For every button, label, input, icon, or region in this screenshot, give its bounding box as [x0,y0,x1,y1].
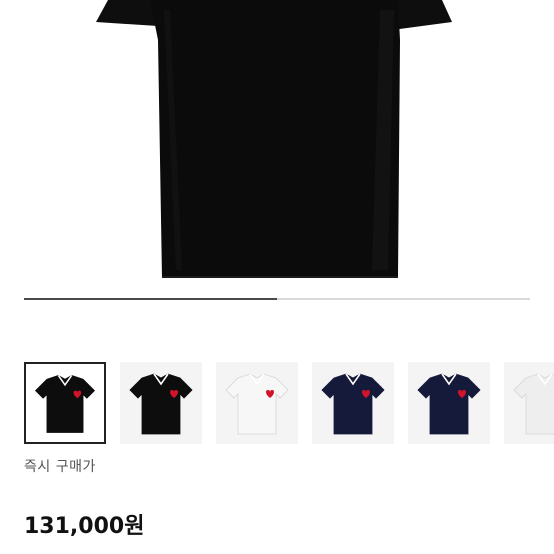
instant-buy-price-label: 즉시 구매가 [24,459,96,475]
thumbnail-strip [0,334,554,454]
polo-shirt-navy-icon [321,373,385,435]
thumbnail-5[interactable] [408,362,490,444]
thumbnail-1[interactable] [24,362,106,444]
polo-shirt-white-icon [225,373,289,435]
thumbnail-3[interactable] [216,362,298,444]
polo-shirt-white-icon [513,373,554,435]
polo-shirt-image [96,0,452,278]
polo-shirt-black-icon [34,374,96,433]
instant-buy-price: 131,000원 [24,514,145,539]
polo-shirt-black-icon [129,373,193,435]
product-page: 즉시 구매가 131,000원 [0,0,554,554]
thumbnail-4[interactable] [312,362,394,444]
gallery-progress-bar[interactable] [24,298,530,300]
product-main-image[interactable] [0,0,554,334]
polo-shirt-navy-icon [417,373,481,435]
thumbnail-2[interactable] [120,362,202,444]
gallery-progress-fill [24,298,277,300]
thumbnail-6[interactable] [504,362,554,444]
